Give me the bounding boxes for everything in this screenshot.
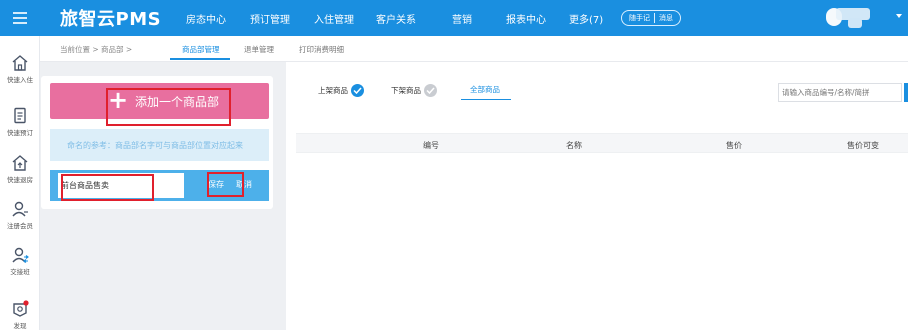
search-button[interactable] [904, 83, 908, 102]
nav-reservation[interactable]: 预订管理 [250, 11, 290, 26]
home-icon [12, 55, 28, 71]
active-filter-underline [461, 99, 511, 100]
naming-hint-text: 命名的参考：商品部名字可与商品部位置对应起来 [67, 141, 243, 150]
breadcrumb: 当前位置 > 商品部 > [60, 45, 133, 54]
column-header-code[interactable]: 编号 [423, 140, 439, 151]
notes-pill[interactable]: 随手记 [625, 12, 654, 24]
discover-icon [13, 300, 29, 317]
tab-department-management[interactable]: 商品部管理 [182, 44, 220, 55]
sidebar-item-label: 交接班 [10, 268, 30, 276]
sidebar-item-label: 快速预订 [7, 129, 33, 137]
menu-toggle-icon[interactable] [0, 0, 40, 36]
highlight-box-name-input [61, 174, 154, 201]
sidebar-item-label: 快速退房 [7, 176, 33, 184]
breadcrumb-bar: 当前位置 > 商品部 > 商品部管理 退单管理 打印消费明细 [40, 36, 908, 62]
sidebar-item-discover[interactable]: 发现 [0, 300, 40, 330]
goods-panel [286, 62, 908, 330]
user-add-icon [12, 201, 28, 217]
filter-on-shelf[interactable]: 上架商品 [318, 84, 364, 97]
goods-table-header: 编号 名称 售价 售价可变 [296, 133, 908, 153]
filter-off-shelf[interactable]: 下架商品 [391, 84, 437, 97]
document-icon [14, 107, 26, 124]
highlight-box-add-department [106, 88, 231, 126]
sidebar-item-label: 发现 [13, 322, 27, 330]
nav-report-center[interactable]: 报表中心 [506, 11, 546, 26]
check-icon [424, 84, 437, 97]
highlight-box-save [207, 172, 244, 197]
nav-marketing[interactable]: 营销 [452, 11, 472, 26]
goods-search-input[interactable] [778, 83, 902, 102]
sidebar-item-quick-checkin[interactable]: 快速入住 [0, 54, 40, 84]
sidebar-item-label: 注册会员 [7, 222, 33, 230]
nav-more[interactable]: 更多(7) [569, 11, 603, 26]
filter-off-shelf-label: 下架商品 [391, 86, 421, 95]
quick-action-sidebar: 快速入住 快速预订 快速退房 注册会员 交接班 发现 [0, 36, 40, 330]
naming-hint: 命名的参考：商品部名字可与商品部位置对应起来 [50, 129, 269, 161]
user-avatar[interactable] [822, 6, 870, 28]
checkout-house-icon [12, 155, 28, 171]
filter-all-goods-label: 全部商品 [470, 85, 500, 94]
filter-on-shelf-label: 上架商品 [318, 86, 348, 95]
top-navigation-bar: 旅智云PMS 房态中心 预订管理 入住管理 客户关系 营销 报表中心 更多(7)… [0, 0, 908, 36]
messages-pill[interactable]: 消息 [655, 12, 677, 24]
sidebar-item-label: 快速入住 [7, 76, 33, 84]
sidebar-item-register-member[interactable]: 注册会员 [0, 200, 40, 230]
quick-pills: 随手记 消息 [621, 10, 681, 26]
user-switch-icon [12, 247, 29, 263]
brand-logo: 旅智云PMS [60, 9, 162, 30]
nav-room-status[interactable]: 房态中心 [186, 11, 226, 26]
tab-refund-management[interactable]: 退单管理 [244, 44, 274, 55]
active-tab-underline [170, 58, 230, 60]
caret-down-icon[interactable] [896, 14, 902, 18]
check-icon [351, 84, 364, 97]
nav-check-in[interactable]: 入住管理 [314, 11, 354, 26]
column-header-name[interactable]: 名称 [566, 140, 582, 151]
sidebar-item-quick-checkout[interactable]: 快速退房 [0, 154, 40, 184]
filter-all-goods[interactable]: 全部商品 [470, 84, 500, 95]
sidebar-item-quick-booking[interactable]: 快速预订 [0, 107, 40, 137]
nav-customer-relations[interactable]: 客户关系 [376, 11, 416, 26]
column-header-price[interactable]: 售价 [726, 140, 742, 151]
sidebar-item-shift-handover[interactable]: 交接班 [0, 246, 40, 276]
tab-print-consumption[interactable]: 打印消费明细 [299, 44, 344, 55]
column-header-price-variable[interactable]: 售价可变 [847, 140, 879, 151]
